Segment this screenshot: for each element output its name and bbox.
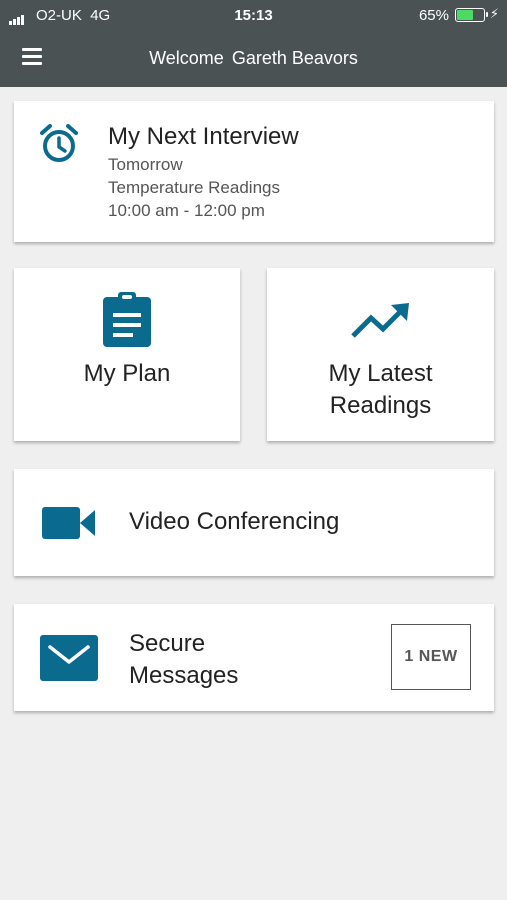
secure-messages-card[interactable]: Secure Messages 1 NEW bbox=[14, 604, 494, 711]
charging-icon: ⚡ bbox=[489, 6, 499, 21]
battery-icon bbox=[455, 8, 488, 22]
my-plan-label: My Plan bbox=[83, 360, 171, 387]
new-messages-badge: 1 NEW bbox=[391, 624, 471, 690]
video-camera-icon bbox=[42, 507, 95, 539]
user-name: Gareth Beavors bbox=[231, 48, 358, 68]
interview-time: 10:00 am - 12:00 pm bbox=[108, 201, 265, 220]
next-interview-title: My Next Interview bbox=[108, 123, 299, 150]
my-plan-tile[interactable]: My Plan bbox=[14, 268, 240, 441]
interview-topic: Temperature Readings bbox=[108, 178, 280, 197]
video-conferencing-card[interactable]: Video Conferencing bbox=[14, 469, 494, 576]
interview-day: Tomorrow bbox=[108, 155, 183, 174]
envelope-icon bbox=[40, 635, 98, 681]
welcome-label: Welcome bbox=[149, 48, 224, 68]
clipboard-icon bbox=[14, 291, 240, 349]
next-interview-card[interactable]: My Next Interview Tomorrow Temperature R… bbox=[14, 101, 494, 242]
secure-messages-label: Secure Messages bbox=[129, 630, 239, 689]
alarm-clock-icon bbox=[40, 124, 78, 162]
battery-percent: 65% bbox=[418, 7, 449, 24]
welcome-title: Welcome Gareth Beavors bbox=[0, 48, 507, 69]
my-latest-readings-tile[interactable]: My Latest Readings bbox=[267, 268, 494, 441]
my-latest-readings-label: My Latest Readings bbox=[328, 360, 433, 419]
app-header: O2-UK 4G 15:13 65% ⚡ Welcome Gareth Beavo… bbox=[0, 0, 507, 87]
trending-up-icon bbox=[267, 303, 494, 339]
status-bar: O2-UK 4G 15:13 65% ⚡ bbox=[0, 0, 507, 30]
video-conferencing-label: Video Conferencing bbox=[129, 508, 340, 535]
